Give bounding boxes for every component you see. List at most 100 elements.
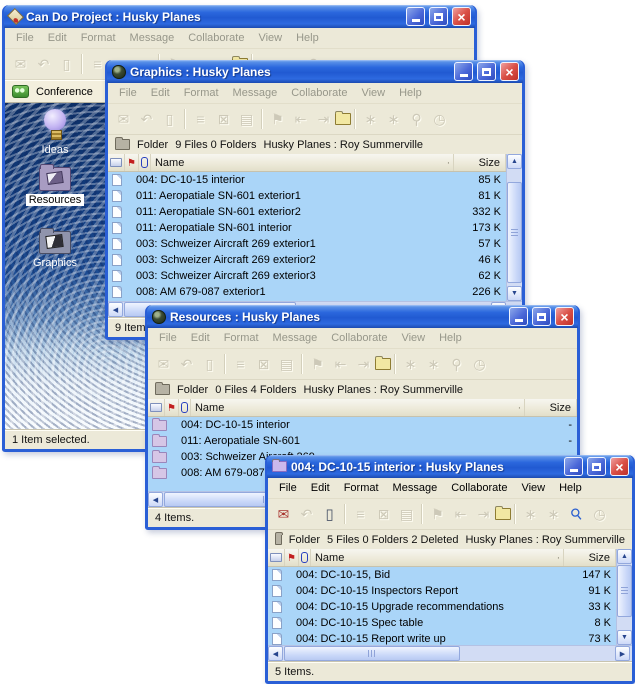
column-size[interactable]: Size	[525, 399, 577, 416]
new-message-icon[interactable]: ✉	[272, 503, 295, 525]
menu-item[interactable]: Collaborate	[324, 329, 394, 347]
column-header[interactable]: Name · Size	[148, 399, 577, 417]
history-icon: ◷	[428, 108, 451, 130]
column-divider: ·	[444, 154, 454, 171]
column-size[interactable]: Size	[564, 549, 616, 566]
table-row[interactable]: 008: AM 679-087 exterior1 226 K	[108, 284, 506, 300]
table-row[interactable]: 004: DC-10-15 Report write up 73 K	[268, 631, 616, 645]
menu-item[interactable]: File	[9, 29, 41, 47]
menu-item[interactable]: Edit	[184, 329, 217, 347]
menu-item[interactable]: Format	[337, 479, 386, 497]
table-row[interactable]: 004: DC-10-15 interior 85 K	[108, 172, 506, 188]
scroll-down-button[interactable]	[507, 286, 522, 301]
table-row[interactable]: 011: Aeropatiale SN-601 exterior2 332 K	[108, 204, 506, 220]
minimize-button[interactable]	[564, 457, 583, 476]
folder-icon	[152, 420, 167, 431]
file-size: 173 K	[443, 222, 506, 234]
rows: 004: DC-10-15, Bid 147 K 004: DC-10-15 I…	[268, 567, 632, 645]
column-header[interactable]: Name · Size	[268, 549, 632, 567]
menu-item[interactable]: Format	[177, 84, 226, 102]
scroll-up-button[interactable]	[507, 154, 522, 169]
menu-item[interactable]: Help	[432, 329, 469, 347]
scroll-left-button[interactable]	[148, 492, 163, 507]
scrollbar-thumb[interactable]	[507, 182, 522, 283]
titlebar[interactable]: 004: DC-10-15 interior : Husky Planes	[267, 455, 633, 478]
toolbar-separator	[81, 54, 83, 74]
table-row[interactable]: 003: Schweizer Aircraft 269 exterior1 57…	[108, 236, 506, 252]
menu-item[interactable]: Edit	[144, 84, 177, 102]
sidebar-item[interactable]: Ideas	[11, 109, 99, 156]
file-size: 147 K	[553, 569, 616, 581]
menu-item[interactable]: Message	[123, 29, 182, 47]
menu-item[interactable]: Edit	[41, 29, 74, 47]
minimize-button[interactable]	[406, 7, 425, 26]
menu-item[interactable]: Edit	[304, 479, 337, 497]
menu-item[interactable]: Message	[266, 329, 325, 347]
menu-item[interactable]: File	[112, 84, 144, 102]
menu-item[interactable]: Message	[226, 84, 285, 102]
close-button[interactable]	[610, 457, 629, 476]
horizontal-scrollbar[interactable]	[268, 645, 632, 661]
column-name[interactable]: Name	[311, 549, 554, 566]
close-button[interactable]	[500, 62, 519, 81]
menu-item[interactable]: View	[394, 329, 432, 347]
menu-item[interactable]: File	[272, 479, 304, 497]
table-row[interactable]: 004: DC-10-15 Upgrade recommendations 33…	[268, 599, 616, 615]
vertical-scrollbar[interactable]	[506, 154, 522, 301]
table-row[interactable]: 004: DC-10-15 Inspectors Report 91 K	[268, 583, 616, 599]
history-icon: ◷	[468, 353, 491, 375]
menu-item[interactable]: Format	[217, 329, 266, 347]
menu-item[interactable]: View	[354, 84, 392, 102]
vertical-scrollbar[interactable]	[616, 549, 632, 645]
maximize-button[interactable]	[477, 62, 496, 81]
menu-item[interactable]: File	[152, 329, 184, 347]
parent-folder-icon[interactable]	[495, 508, 511, 520]
scroll-up-button[interactable]	[617, 549, 632, 564]
maximize-button[interactable]	[587, 457, 606, 476]
table-row[interactable]: 004: DC-10-15 Spec table 8 K	[268, 615, 616, 631]
table-row[interactable]: 011: Aeropatiale SN-601 -	[148, 433, 577, 449]
file-size: 81 K	[443, 190, 506, 202]
scroll-down-button[interactable]	[617, 630, 632, 645]
menu-item[interactable]: Format	[74, 29, 123, 47]
new-document-icon[interactable]: ▯	[318, 503, 341, 525]
table-row[interactable]: 004: DC-10-15, Bid 147 K	[268, 567, 616, 583]
close-button[interactable]	[555, 307, 574, 326]
table-row[interactable]: 011: Aeropatiale SN-601 exterior1 81 K	[108, 188, 506, 204]
maximize-button[interactable]	[429, 7, 448, 26]
menu-item[interactable]: Collaborate	[284, 84, 354, 102]
table-row[interactable]: 004: DC-10-15 interior -	[148, 417, 577, 433]
file-name: 004: DC-10-15 Spec table	[296, 617, 553, 629]
table-row[interactable]: 011: Aeropatiale SN-601 interior 173 K	[108, 220, 506, 236]
minimize-button[interactable]	[509, 307, 528, 326]
scrollbar-thumb[interactable]	[617, 565, 632, 617]
table-row[interactable]: 003: Schweizer Aircraft 269 exterior3 62…	[108, 268, 506, 284]
menu-item[interactable]: Help	[392, 84, 429, 102]
titlebar[interactable]: Graphics : Husky Planes	[107, 60, 523, 83]
scroll-right-button[interactable]	[615, 646, 630, 661]
column-header[interactable]: Name · Size	[108, 154, 522, 172]
titlebar[interactable]: Can Do Project : Husky Planes	[4, 5, 475, 28]
table-row[interactable]: 003: Schweizer Aircraft 269 exterior2 46…	[108, 252, 506, 268]
maximize-button[interactable]	[532, 307, 551, 326]
minimize-button[interactable]	[454, 62, 473, 81]
menu-item[interactable]: View	[251, 29, 289, 47]
menu-item[interactable]: Help	[552, 479, 589, 497]
scrollbar-thumb[interactable]	[284, 646, 460, 661]
close-button[interactable]	[452, 7, 471, 26]
file-icon	[112, 270, 122, 282]
scroll-left-button[interactable]	[268, 646, 283, 661]
menu-item[interactable]: Collaborate	[181, 29, 251, 47]
menu-item[interactable]: Collaborate	[444, 479, 514, 497]
column-name[interactable]: Name	[151, 154, 444, 171]
column-name[interactable]: Name	[191, 399, 515, 416]
sidebar-item[interactable]: Resources	[11, 167, 99, 206]
sidebar-item[interactable]: Graphics	[11, 231, 99, 269]
titlebar[interactable]: Resources : Husky Planes	[147, 305, 578, 328]
menu-item[interactable]: View	[514, 479, 552, 497]
menu-item[interactable]: Message	[386, 479, 445, 497]
menu-item[interactable]: Help	[289, 29, 326, 47]
scroll-left-button[interactable]	[108, 302, 123, 317]
toolbar-separator	[514, 504, 516, 524]
column-size[interactable]: Size	[454, 154, 506, 171]
